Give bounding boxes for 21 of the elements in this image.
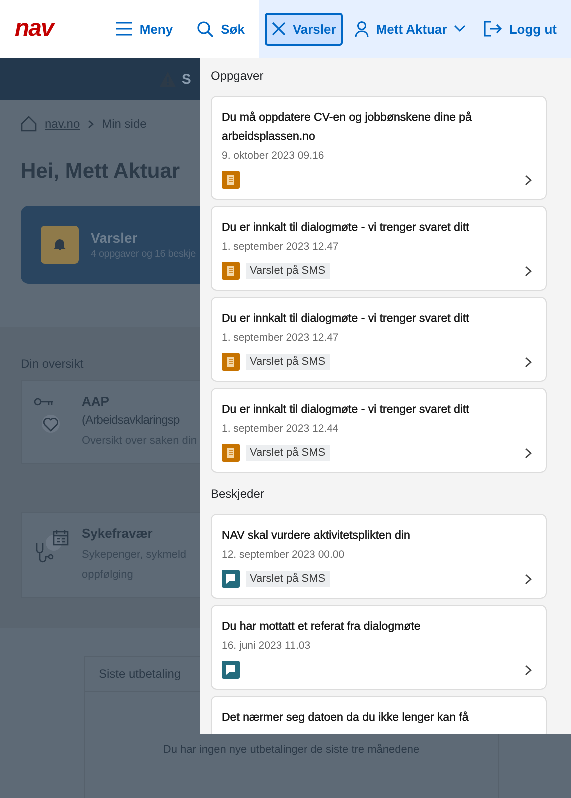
sms-tag: Varslet på SMS (246, 354, 330, 370)
notification-date: 1. september 2023 12.44 (222, 423, 340, 435)
banner-text: S (182, 71, 192, 87)
sms-tag: Varslet på SMS (246, 263, 330, 279)
sms-tag: Varslet på SMS (246, 445, 330, 461)
sms-tag: Varslet på SMS (246, 571, 330, 587)
notification-title: Du har mottatt et referat fra dialogmøte (222, 620, 422, 635)
notification-date: 12. september 2023 00.00 (222, 549, 346, 561)
notification-date: 16. juni 2023 11.03 (222, 640, 312, 652)
notification-title: Du er innkalt til dialogmøte - vi trenger svaret ditt (222, 312, 470, 327)
section-title: Beskjeder (211, 487, 266, 501)
notification-date: 9. oktober 2023 09.16 (222, 150, 326, 162)
notification-title: Du må oppdatere CV-en og jobbønskene dine på arbeidsplassen.no (222, 110, 473, 145)
card-title: Varsler (91, 230, 139, 246)
notification-date: 1. september 2023 12.47 (222, 241, 340, 253)
notification-title: NAV skal vurdere aktivitetsplikten din (222, 529, 412, 544)
notification-title: Du er innkalt til dialogmøte - vi trenger svaret ditt (222, 403, 470, 418)
notification-date: 1. september 2023 12.47 (222, 332, 340, 344)
notification-title: Det nærmer seg datoen da du ikke lenger kan få (222, 710, 470, 726)
notification-title: Du er innkalt til dialogmøte - vi trenger svaret ditt (222, 221, 470, 236)
section-title: Oppgaver (211, 69, 265, 83)
